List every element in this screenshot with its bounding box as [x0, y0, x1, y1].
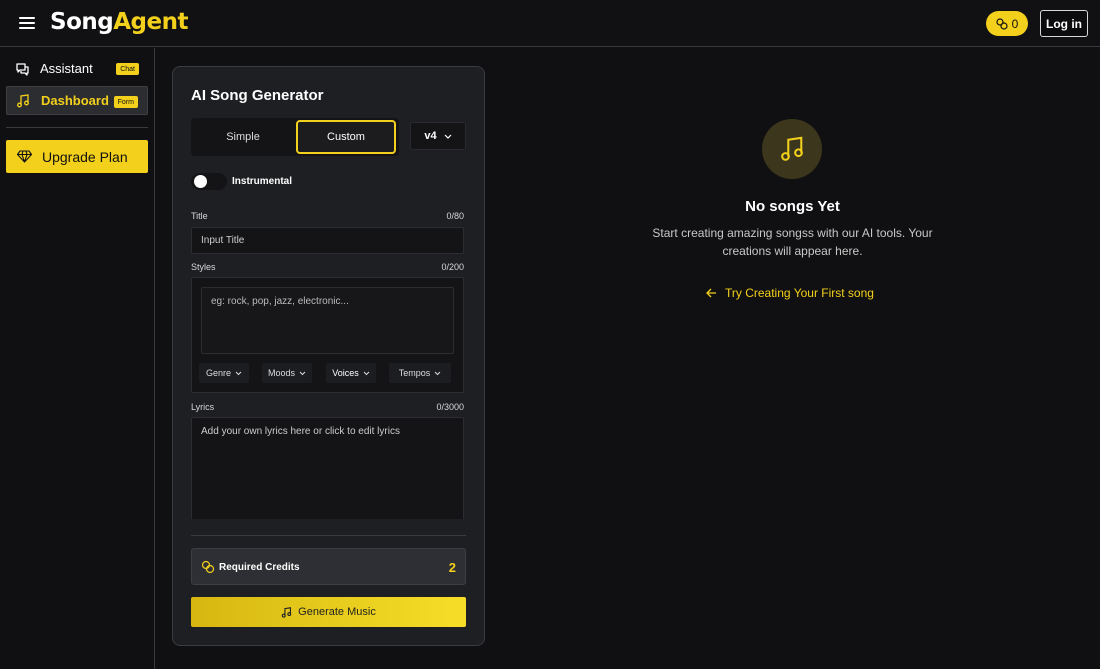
empty-state-title: No songs Yet	[745, 198, 840, 215]
diamond-icon	[16, 149, 32, 165]
required-credits-row: Required Credits 2	[191, 548, 466, 585]
chat-bubble-icon	[14, 61, 30, 77]
music-note-icon	[281, 606, 292, 618]
chevron-down-icon	[299, 371, 306, 375]
mode-toggle: Simple Custom	[191, 118, 399, 156]
try-creating-label: Try Creating Your First song	[725, 286, 874, 300]
tab-custom[interactable]: Custom	[296, 120, 396, 154]
toggle-knob	[194, 175, 207, 188]
login-button[interactable]: Log in	[1040, 10, 1088, 37]
styles-count: 0/200	[441, 262, 464, 272]
sidebar-item-assistant[interactable]: Assistant Chat	[6, 54, 148, 83]
title-label: Title	[191, 211, 208, 221]
styles-box: eg: rock, pop, jazz, electronic... Genre…	[191, 277, 464, 393]
chevron-down-icon	[235, 371, 242, 375]
music-note-icon	[762, 119, 822, 179]
music-note-icon	[15, 93, 31, 109]
chat-badge: Chat	[116, 63, 139, 75]
top-header: SongAgent 0 Log in	[0, 0, 1100, 47]
title-input[interactable]: Input Title	[191, 227, 464, 254]
logo-part-agent: Agent	[113, 9, 188, 35]
form-badge: Form	[113, 96, 138, 108]
panel-divider	[191, 535, 466, 536]
instrumental-toggle[interactable]	[191, 173, 227, 190]
styles-label: Styles	[191, 262, 216, 272]
chevron-down-icon	[363, 371, 370, 375]
sidebar-item-label: Dashboard	[41, 93, 109, 108]
upgrade-plan-button[interactable]: Upgrade Plan	[6, 140, 148, 173]
logo-part-song: Song	[50, 9, 114, 35]
chip-label: Genre	[205, 368, 231, 378]
menu-icon[interactable]	[19, 16, 35, 30]
sidebar: Assistant Chat Dashboard Form Upgrade Pl…	[0, 48, 155, 669]
panel-title: AI Song Generator	[191, 87, 324, 104]
credits-count: 0	[1011, 16, 1019, 31]
title-count: 0/80	[446, 211, 464, 221]
coins-icon	[201, 560, 215, 574]
version-select[interactable]: v4	[410, 122, 466, 150]
lyrics-count: 0/3000	[436, 402, 464, 412]
version-value: v4	[424, 130, 437, 142]
coins-icon	[996, 17, 1008, 30]
logo[interactable]: SongAgent	[50, 9, 188, 35]
styles-input[interactable]: eg: rock, pop, jazz, electronic...	[201, 287, 454, 354]
song-generator-panel: AI Song Generator Simple Custom v4 Instr…	[172, 66, 485, 646]
generate-music-label: Generate Music	[298, 606, 376, 618]
chip-label: Moods	[267, 368, 295, 378]
chevron-down-icon	[434, 371, 441, 375]
voices-dropdown[interactable]: Voices	[326, 363, 376, 383]
instrumental-label: Instrumental	[232, 176, 293, 187]
sidebar-item-label: Assistant	[40, 61, 93, 76]
moods-dropdown[interactable]: Moods	[262, 363, 312, 383]
lyrics-input[interactable]: Add your own lyrics here or click to edi…	[191, 417, 464, 519]
lyrics-label: Lyrics	[191, 402, 215, 412]
required-credits-value: 2	[448, 560, 456, 575]
chevron-down-icon	[444, 134, 452, 139]
sidebar-item-dashboard[interactable]: Dashboard Form	[6, 86, 148, 115]
sidebar-divider	[6, 127, 148, 128]
genre-dropdown[interactable]: Genre	[199, 363, 249, 383]
tab-simple[interactable]: Simple	[193, 120, 293, 154]
tempos-dropdown[interactable]: Tempos	[389, 363, 451, 383]
generate-music-button[interactable]: Generate Music	[191, 597, 466, 627]
required-credits-label: Required Credits	[219, 562, 300, 573]
upgrade-plan-label: Upgrade Plan	[42, 148, 128, 165]
arrow-left-icon	[706, 288, 716, 298]
chip-label: Voices	[332, 368, 359, 378]
try-creating-link[interactable]: Try Creating Your First song	[706, 286, 874, 300]
empty-state-description: Start creating amazing songss with our A…	[652, 226, 933, 258]
chip-label: Tempos	[398, 368, 431, 378]
credits-pill[interactable]: 0	[986, 11, 1028, 36]
